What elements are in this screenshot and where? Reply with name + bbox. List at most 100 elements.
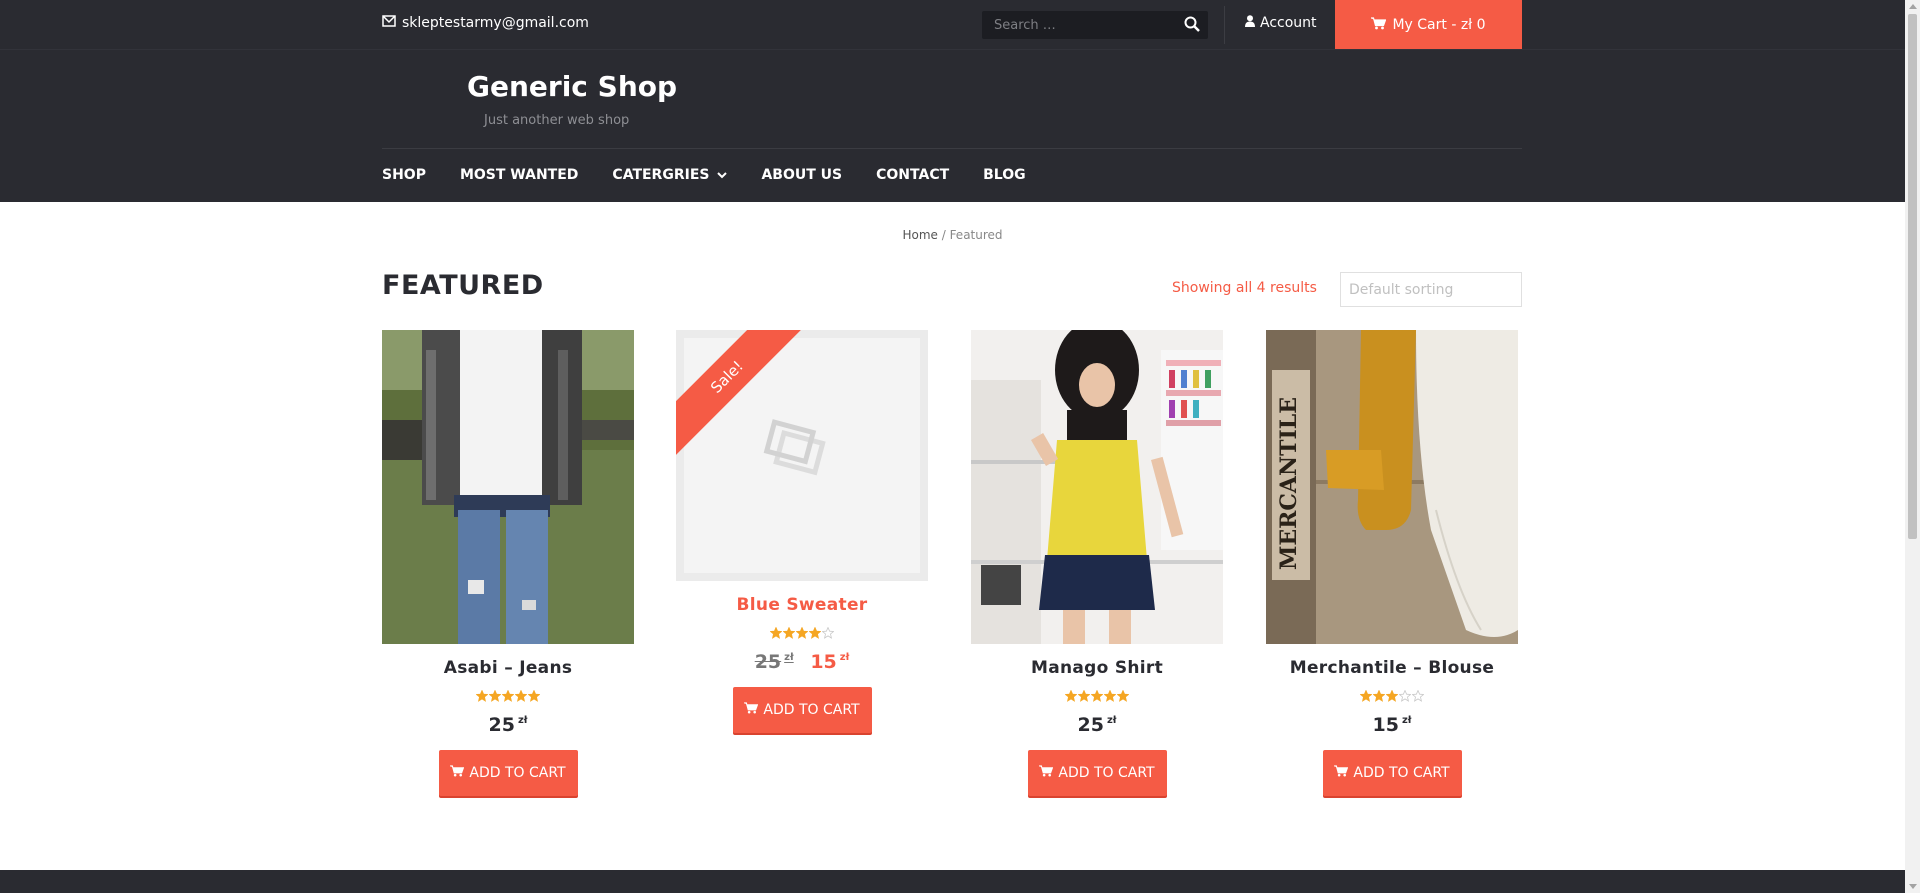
nav-item-contact[interactable]: CONTACT <box>876 167 949 183</box>
star-rating <box>676 627 928 639</box>
sorting-select[interactable]: Default sorting <box>1340 272 1522 307</box>
my-cart-button[interactable]: My Cart - zł 0 <box>1335 0 1522 50</box>
add-to-cart-button[interactable]: ADD TO CART <box>438 750 578 796</box>
search-icon[interactable] <box>1184 16 1202 34</box>
add-to-cart-button[interactable]: ADD TO CART <box>1027 750 1167 796</box>
add-to-cart-button[interactable]: ADD TO CART <box>732 687 872 733</box>
product-price: 25 zł 15 zł <box>676 651 928 673</box>
star-empty-icon <box>1399 690 1411 702</box>
cart-icon <box>744 702 759 718</box>
product-card: Manago Shirt 25 zł ADD TO CART <box>971 330 1223 796</box>
star-rating <box>971 690 1223 702</box>
star-filled-icon <box>783 627 795 639</box>
product-image[interactable] <box>971 330 1223 644</box>
currency-symbol: zł <box>839 652 850 663</box>
product-price: 25 zł <box>382 714 634 736</box>
price-value: 15 <box>1372 714 1399 736</box>
crate-lettering: MERCANTILE <box>1276 397 1302 570</box>
breadcrumb-separator: / <box>937 228 950 242</box>
nav-divider <box>382 148 1522 149</box>
site-header: Generic Shop Just another web shop SHOP … <box>0 49 1905 202</box>
product-title[interactable]: Blue Sweater <box>676 595 928 615</box>
sale-price: 15 zł <box>810 651 849 673</box>
add-to-cart-button[interactable]: ADD TO CART <box>1322 750 1462 796</box>
result-count: Showing all 4 results <box>1172 280 1317 296</box>
contact-email[interactable]: skleptestarmy@gmail.com <box>382 15 589 31</box>
star-filled-icon <box>1065 690 1077 702</box>
nav-item-most-wanted[interactable]: MOST WANTED <box>460 167 578 183</box>
account-link[interactable]: Account <box>1245 15 1317 31</box>
product-title[interactable]: Asabi – Jeans <box>382 658 634 678</box>
scroll-up-arrow-icon[interactable] <box>1909 4 1917 9</box>
price-value: 25 <box>488 714 515 736</box>
product-title[interactable]: Manago Shirt <box>971 658 1223 678</box>
user-icon <box>1245 15 1255 31</box>
breadcrumb: Home / Featured <box>0 228 1905 242</box>
cart-label: My Cart - zł 0 <box>1392 17 1486 33</box>
star-filled-icon <box>809 627 821 639</box>
scroll-down-arrow-icon[interactable] <box>1909 884 1917 889</box>
product-image[interactable]: Sale! <box>676 330 928 581</box>
page-title: FEATURED <box>382 270 544 301</box>
top-bar: skleptestarmy@gmail.com Account My Cart … <box>0 0 1905 50</box>
old-price: 25 zł <box>755 651 794 673</box>
star-empty-icon <box>1412 690 1424 702</box>
nav-item-blog[interactable]: BLOG <box>983 167 1026 183</box>
star-filled-icon <box>1091 690 1103 702</box>
star-filled-icon <box>1373 690 1385 702</box>
scrollbar-thumb[interactable] <box>1908 14 1917 539</box>
nav-item-categories[interactable]: CATERGRIES <box>612 167 728 183</box>
nav-item-categories-label: CATERGRIES <box>612 167 710 183</box>
product-image[interactable] <box>382 330 634 644</box>
nav-item-shop[interactable]: SHOP <box>382 167 426 183</box>
star-filled-icon <box>796 627 808 639</box>
site-tagline: Just another web shop <box>484 113 630 128</box>
vertical-scrollbar[interactable] <box>1905 0 1920 893</box>
star-filled-icon <box>1104 690 1116 702</box>
product-price: 15 zł <box>1266 714 1518 736</box>
star-filled-icon <box>1117 690 1129 702</box>
chevron-down-icon <box>717 167 728 183</box>
contact-email-text: skleptestarmy@gmail.com <box>402 15 589 31</box>
currency-symbol: zł <box>1106 715 1117 726</box>
price-value: 25 <box>1077 714 1104 736</box>
envelope-icon <box>382 15 396 31</box>
site-title[interactable]: Generic Shop <box>467 70 677 103</box>
add-to-cart-label: ADD TO CART <box>1353 765 1450 781</box>
main-nav: SHOP MOST WANTED CATERGRIES ABOUT US CON… <box>382 167 1060 183</box>
cart-icon <box>1371 16 1387 34</box>
breadcrumb-current: Featured <box>949 228 1003 242</box>
search-box <box>982 11 1208 39</box>
currency-symbol: zł <box>1401 715 1412 726</box>
star-rating <box>1266 690 1518 702</box>
add-to-cart-label: ADD TO CART <box>469 765 566 781</box>
currency-symbol: zł <box>517 715 528 726</box>
star-filled-icon <box>502 690 514 702</box>
search-input[interactable] <box>982 11 1172 39</box>
star-filled-icon <box>476 690 488 702</box>
account-label: Account <box>1260 15 1317 31</box>
product-image[interactable]: MERCANTILE <box>1266 330 1518 644</box>
cart-icon <box>1039 765 1054 781</box>
star-filled-icon <box>1360 690 1372 702</box>
price-value: 15 <box>810 651 837 673</box>
star-filled-icon <box>770 627 782 639</box>
star-filled-icon <box>489 690 501 702</box>
star-filled-icon <box>528 690 540 702</box>
star-filled-icon <box>515 690 527 702</box>
star-filled-icon <box>1078 690 1090 702</box>
star-filled-icon <box>1386 690 1398 702</box>
product-title[interactable]: Merchantile – Blouse <box>1266 658 1518 678</box>
breadcrumb-home[interactable]: Home <box>902 228 937 242</box>
star-rating <box>382 690 634 702</box>
star-empty-icon <box>822 627 834 639</box>
product-card: Asabi – Jeans 25 zł ADD TO CART <box>382 330 634 796</box>
nav-item-about-us[interactable]: ABOUT US <box>761 167 842 183</box>
currency-symbol: zł <box>784 652 794 663</box>
cart-icon <box>450 765 465 781</box>
product-card: Sale! Blue Sweater 25 zł 15 zł ADD TO CART <box>676 330 928 733</box>
old-price-value: 25 <box>754 651 782 673</box>
topbar-divider <box>1224 6 1225 44</box>
product-price: 25 zł <box>971 714 1223 736</box>
add-to-cart-label: ADD TO CART <box>1058 765 1155 781</box>
